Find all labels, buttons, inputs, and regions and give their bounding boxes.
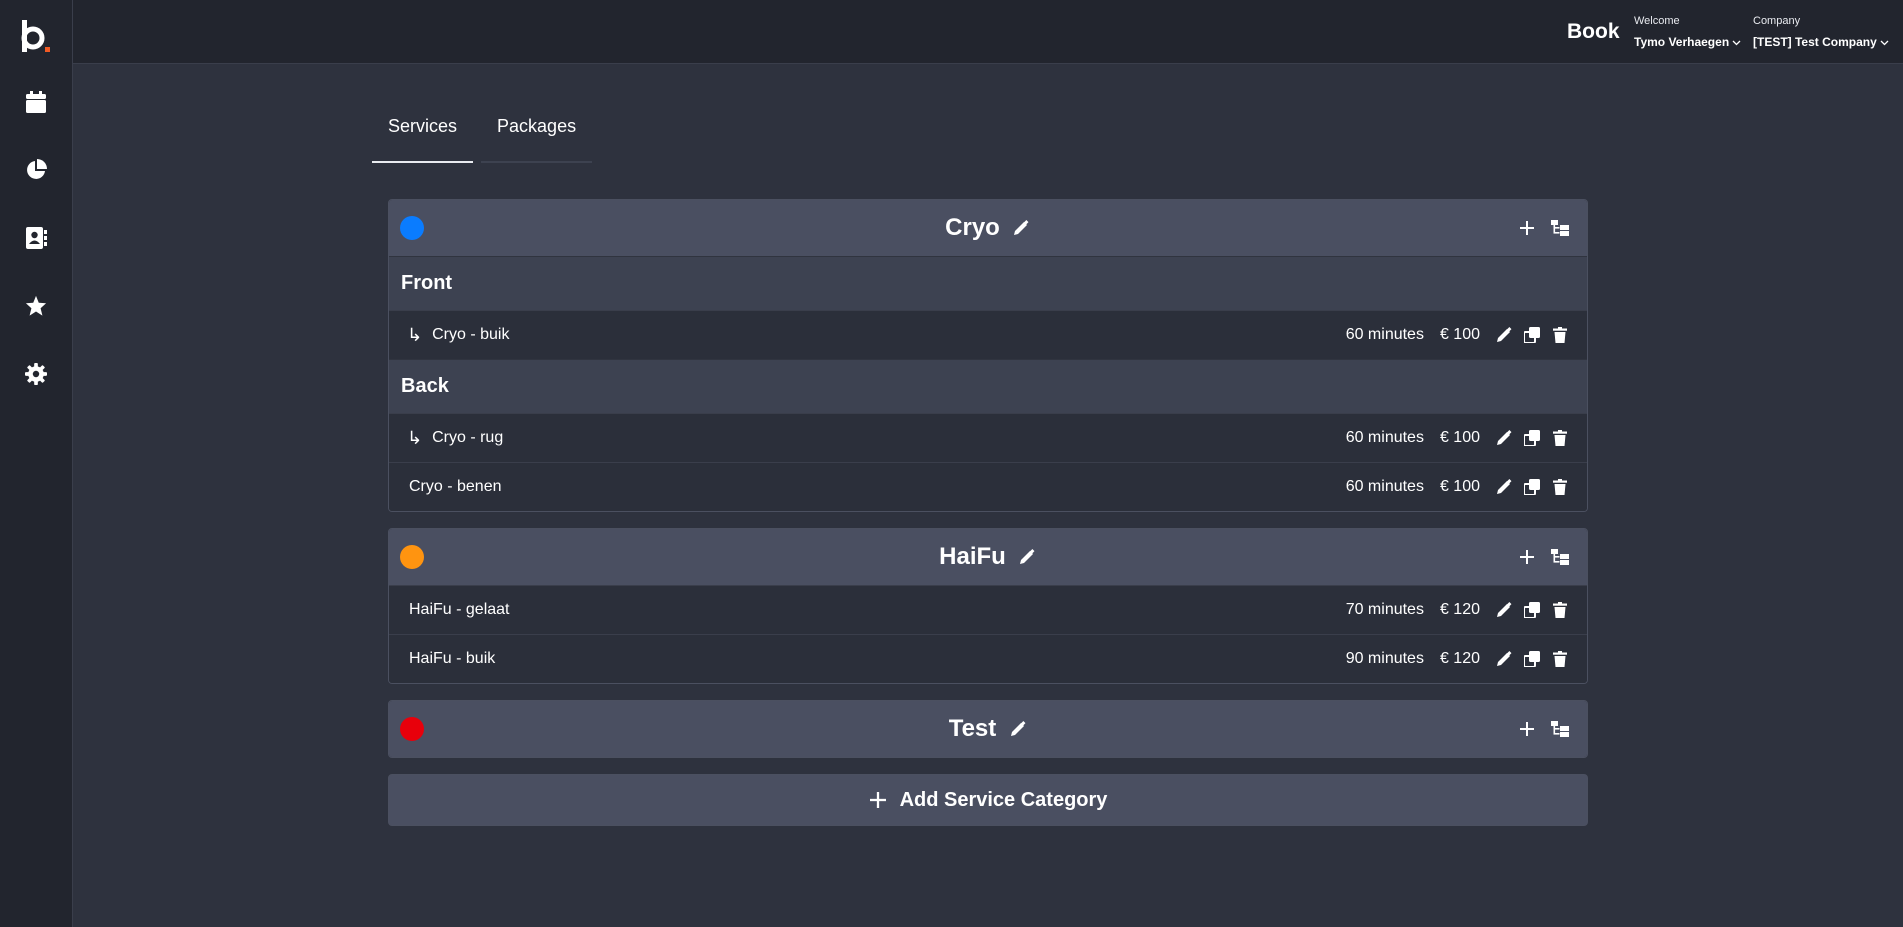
pencil-icon[interactable] [1494, 478, 1513, 497]
category-title-text: HaiFu [939, 543, 1006, 570]
service-row[interactable]: HaiFu - gelaat 70 minutes € 120 [389, 585, 1587, 634]
service-actions [1494, 478, 1569, 497]
pencil-icon[interactable] [1494, 429, 1513, 448]
category-actions [1517, 218, 1569, 237]
service-duration: 90 minutes [1345, 650, 1424, 667]
service-price: € 100 [1439, 478, 1480, 495]
service-row[interactable]: HaiFu - buik 90 minutes € 120 [389, 634, 1587, 683]
sitemap-icon[interactable] [1550, 719, 1569, 738]
service-category: Cryo Front ↳ Cryo - buik 60 minutes € 100 Back… [388, 199, 1588, 512]
copy-icon[interactable] [1522, 478, 1541, 497]
copy-icon[interactable] [1522, 601, 1541, 620]
service-actions [1494, 650, 1569, 669]
plus-icon[interactable] [1517, 218, 1536, 237]
service-name: Cryo - benen [409, 478, 502, 495]
category-title: Cryo [945, 214, 1031, 242]
service-actions [1494, 326, 1569, 345]
category-actions [1517, 547, 1569, 566]
calendar-icon[interactable] [24, 90, 48, 114]
category-actions [1517, 719, 1569, 738]
category-header: HaiFu [389, 529, 1587, 585]
trash-icon[interactable] [1550, 478, 1569, 497]
b-logo-icon[interactable] [20, 18, 54, 56]
sitemap-icon[interactable] [1550, 218, 1569, 237]
pencil-icon[interactable] [1494, 326, 1513, 345]
service-category: Test [388, 700, 1588, 758]
service-categories: Cryo Front ↳ Cryo - buik 60 minutes € 100 Back… [388, 199, 1588, 826]
service-row[interactable]: ↳ Cryo - rug 60 minutes € 100 [389, 413, 1587, 462]
service-duration: 70 minutes [1345, 601, 1424, 618]
service-duration: 60 minutes [1345, 326, 1424, 343]
service-name: HaiFu - gelaat [409, 601, 510, 618]
category-title-text: Cryo [945, 214, 1000, 241]
trash-icon[interactable] [1550, 601, 1569, 620]
category-header: Test [389, 701, 1587, 757]
company-menu[interactable]: Company [TEST] Test Company [1753, 15, 1889, 49]
chevron-down-icon [1880, 35, 1889, 49]
user-dropdown[interactable]: Tymo Verhaegen [1634, 35, 1741, 49]
plus-icon[interactable] [1517, 719, 1536, 738]
service-price: € 120 [1439, 650, 1480, 667]
service-duration: 60 minutes [1345, 478, 1424, 495]
category-title-text: Test [948, 715, 997, 742]
book-link[interactable]: Book [1567, 20, 1620, 44]
welcome-label: Welcome [1634, 15, 1680, 27]
service-row[interactable]: ↳ Cryo - buik 60 minutes € 100 [389, 310, 1587, 359]
add-service-category-label: Add Service Category [899, 788, 1108, 811]
service-actions [1494, 429, 1569, 448]
top-bar [73, 0, 1903, 64]
address-book-icon[interactable] [24, 226, 48, 250]
category-header: Cryo [389, 200, 1587, 256]
service-category: HaiFu HaiFu - gelaat 70 minutes € 120 HaiFu … [388, 528, 1588, 684]
service-actions [1494, 601, 1569, 620]
add-service-category-button[interactable]: Add Service Category [388, 774, 1588, 826]
sitemap-icon[interactable] [1550, 547, 1569, 566]
chevron-down-icon [1732, 35, 1741, 49]
pencil-icon[interactable] [1494, 601, 1513, 620]
trash-icon[interactable] [1550, 650, 1569, 669]
copy-icon[interactable] [1522, 650, 1541, 669]
category-color-dot[interactable] [400, 216, 424, 240]
service-name: HaiFu - buik [409, 650, 496, 667]
category-title: Test [949, 715, 1028, 743]
service-price: € 120 [1439, 601, 1480, 618]
service-duration: 60 minutes [1345, 429, 1424, 446]
user-name: Tymo Verhaegen [1634, 35, 1730, 49]
subcategory-header: Front [389, 256, 1587, 310]
pencil-icon[interactable] [1494, 650, 1513, 669]
return-arrow-icon: ↳ [407, 324, 423, 345]
category-title: HaiFu [939, 543, 1037, 571]
pencil-icon[interactable] [1012, 219, 1031, 238]
sidebar [0, 0, 73, 927]
copy-icon[interactable] [1522, 326, 1541, 345]
company-name: [TEST] Test Company [1753, 35, 1877, 49]
copy-icon[interactable] [1522, 429, 1541, 448]
service-price: € 100 [1439, 429, 1480, 446]
pencil-icon[interactable] [1008, 720, 1027, 739]
star-icon[interactable] [24, 294, 48, 318]
user-menu[interactable]: Welcome Tymo Verhaegen [1634, 15, 1741, 49]
trash-icon[interactable] [1550, 429, 1569, 448]
gear-icon[interactable] [24, 362, 48, 386]
pie-chart-icon[interactable] [24, 158, 48, 182]
pencil-icon[interactable] [1018, 548, 1037, 567]
plus-icon[interactable] [1517, 547, 1536, 566]
company-dropdown[interactable]: [TEST] Test Company [1753, 35, 1889, 49]
service-price: € 100 [1439, 326, 1480, 343]
category-color-dot[interactable] [400, 717, 424, 741]
service-row[interactable]: Cryo - benen 60 minutes € 100 [389, 462, 1587, 511]
category-color-dot[interactable] [400, 545, 424, 569]
plus-icon [869, 791, 888, 810]
service-name: Cryo - buik [432, 326, 510, 343]
tab-services[interactable]: Services [372, 102, 474, 163]
service-name: Cryo - rug [432, 429, 504, 446]
trash-icon[interactable] [1550, 326, 1569, 345]
tab-bar: Services Packages [372, 102, 593, 163]
tab-packages[interactable]: Packages [481, 102, 593, 163]
company-label: Company [1753, 15, 1801, 27]
return-arrow-icon: ↳ [407, 427, 423, 448]
subcategory-header: Back [389, 359, 1587, 413]
